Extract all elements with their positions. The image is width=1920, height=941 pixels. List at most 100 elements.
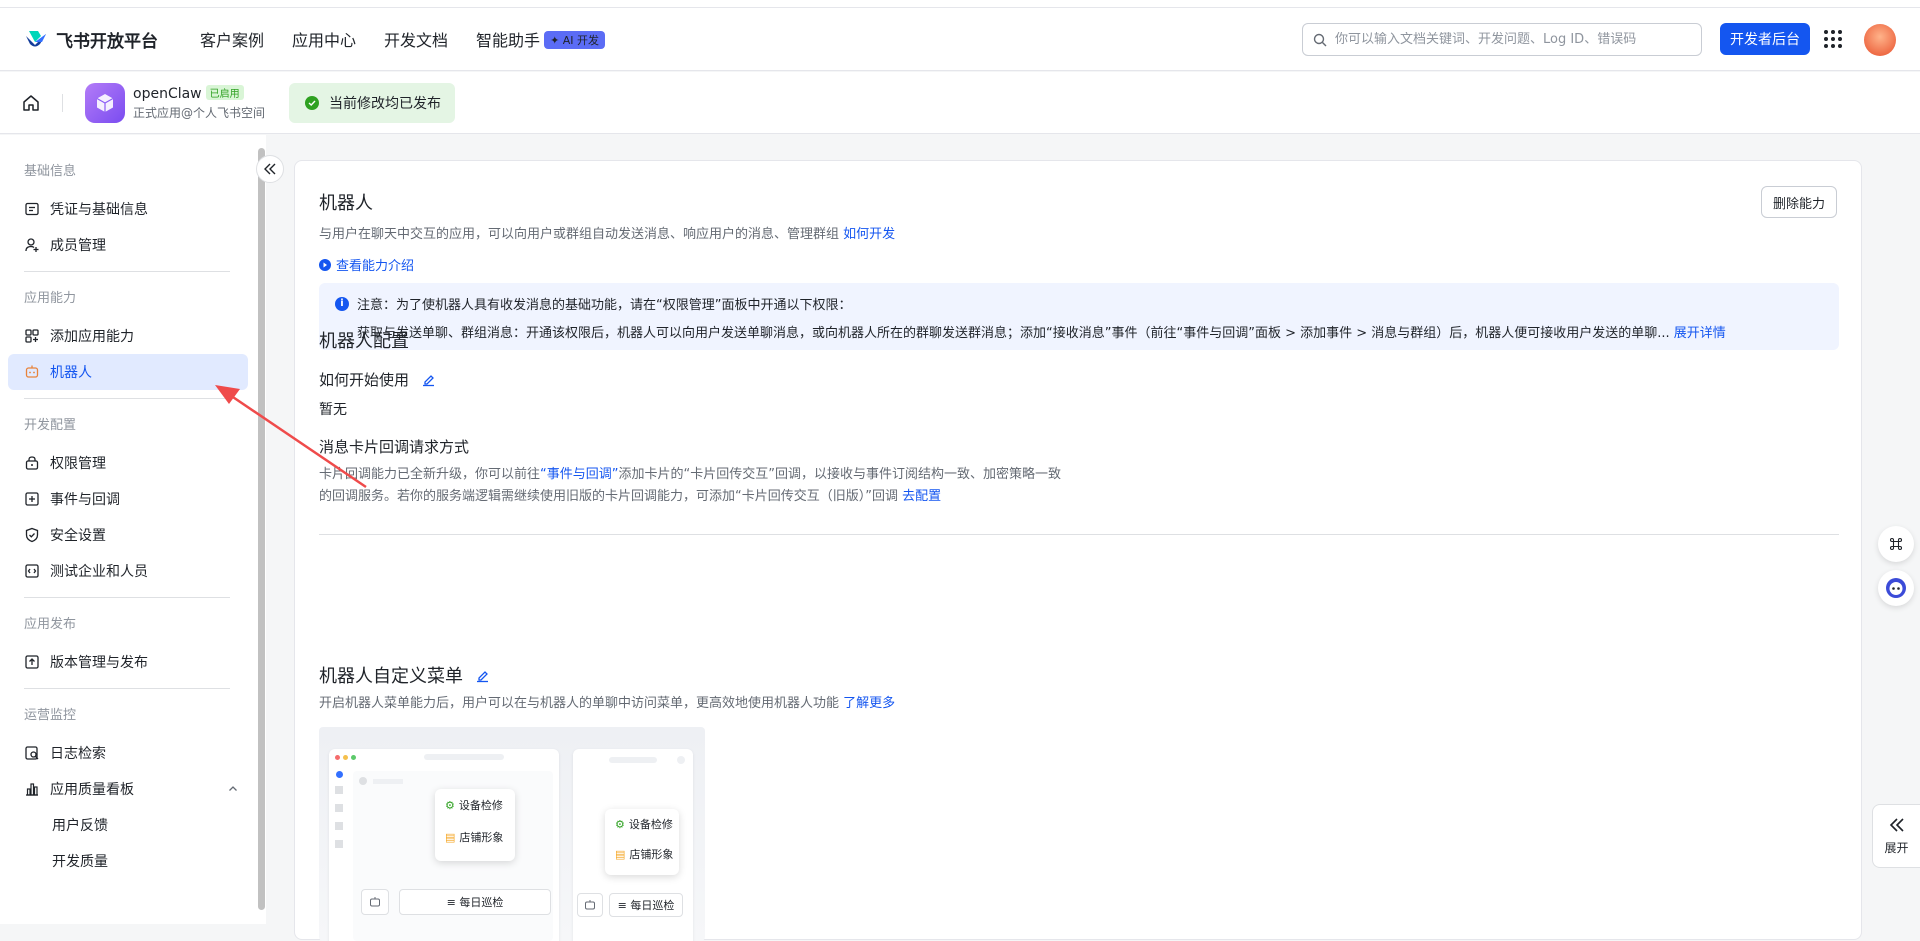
preview-menu-item-1: 店铺形象 [459, 831, 504, 844]
how-to-use-value: 暂无 [319, 402, 347, 418]
notice-body: 获取与发送单聊、群组消息：开通该权限后，机器人可以向用户发送单聊消息，或向机器人… [357, 326, 1670, 341]
assistant-bot-icon [1886, 578, 1906, 598]
sidebar: 基础信息 凭证与基础信息 成员管理 应用能力 添加应用能力 机器人 开发配置 权… [0, 135, 256, 924]
search-box[interactable] [1302, 23, 1702, 56]
event-icon [25, 492, 39, 506]
home-icon[interactable] [22, 94, 40, 112]
sidebar-scrollbar[interactable] [258, 148, 265, 910]
ai-assistant-button[interactable] [1878, 570, 1914, 606]
member-icon [25, 238, 39, 252]
shortcut-button[interactable] [1878, 526, 1914, 562]
sidebar-item-label: 添加应用能力 [50, 329, 134, 345]
preview-robot-button [361, 889, 389, 915]
sidebar-item-label: 版本管理与发布 [50, 655, 148, 671]
collapse-sidebar-button[interactable] [256, 155, 284, 183]
page-title: 机器人 [319, 193, 373, 214]
sidebar-item-quality-dashboard[interactable]: 应用质量看板 [8, 771, 248, 807]
sidebar-item-versions[interactable]: 版本管理与发布 [8, 644, 248, 680]
command-icon [1889, 537, 1903, 551]
sidebar-item-user-feedback[interactable]: 用户反馈 [8, 807, 248, 843]
how-to-use-label: 如何开始使用 [319, 371, 410, 389]
sidebar-item-label: 成员管理 [50, 238, 106, 254]
search-input[interactable] [1335, 32, 1701, 47]
sidebar-item-credentials[interactable]: 凭证与基础信息 [8, 191, 248, 227]
custom-menu-heading: 机器人自定义菜单 [319, 662, 490, 688]
permission-notice: i 注意：为了使机器人具有收发消息的基础功能，请在“权限管理”面板中开通以下权限… [319, 283, 1839, 350]
app-status-badge: 已启用 [205, 84, 244, 100]
window-controls [335, 755, 356, 760]
sidebar-item-events[interactable]: 事件与回调 [8, 481, 248, 517]
edit-icon[interactable] [475, 668, 490, 683]
custom-menu-description: 开启机器人菜单能力后，用户可以在与机器人的单聊中访问菜单，更高效地使用机器人功能… [319, 693, 895, 715]
app-header-bar: openClaw 已启用 正式应用@个人飞书空间 当前修改均已发布 [0, 72, 1920, 134]
sidebar-divider [24, 597, 230, 598]
nav-dev-docs[interactable]: 开发文档 [384, 27, 448, 51]
custom-menu-title: 机器人自定义菜单 [319, 666, 463, 687]
test-icon [25, 564, 39, 578]
sidebar-item-label: 机器人 [50, 365, 92, 381]
feishu-logo[interactable]: 飞书开放平台 [24, 27, 158, 52]
capability-intro-label: 查看能力介绍 [336, 259, 415, 274]
app-icon [85, 82, 125, 123]
shield-icon [25, 527, 39, 543]
publish-status-banner: 当前修改均已发布 [289, 82, 456, 123]
top-navigation-bar: 飞书开放平台 客户案例 应用中心 开发文档 智能助手✦ AI 开发 开发者后台 [0, 8, 1920, 71]
nav-customer-cases[interactable]: 客户案例 [200, 27, 264, 51]
custom-menu-description-text: 开启机器人菜单能力后，用户可以在与机器人的单聊中访问菜单，更高效地使用机器人功能 [319, 696, 840, 711]
sidebar-item-logs[interactable]: 日志检索 [8, 735, 248, 771]
divider [62, 93, 63, 112]
preview-menu-popup: ⚙ 设备检修 ▤ 店铺形象 [435, 789, 515, 861]
sidebar-item-permissions[interactable]: 权限管理 [8, 445, 248, 481]
robot-description-text: 与用户在聊天中交互的应用，可以向用户或群组自动发送消息、响应用户的消息、管理群组 [319, 227, 840, 242]
robot-capability-card: 机器人 删除能力 与用户在聊天中交互的应用，可以向用户或群组自动发送消息、响应用… [294, 160, 1862, 941]
card-callback-title: 消息卡片回调请求方式 [319, 438, 470, 456]
add-capability-icon [25, 329, 39, 343]
search-icon [1313, 33, 1327, 46]
sidebar-section-monitoring: 运营监控 [24, 708, 77, 723]
how-to-develop-link[interactable]: 如何开发 [843, 227, 895, 242]
sidebar-divider [24, 688, 230, 689]
how-to-use-heading: 如何开始使用 [319, 369, 436, 390]
expand-details-link[interactable]: 展开详情 [1674, 326, 1726, 341]
sidebar-item-test-users[interactable]: 测试企业和人员 [8, 553, 248, 589]
learn-more-link[interactable]: 了解更多 [843, 696, 895, 711]
sidebar-item-robot[interactable]: 机器人 [8, 354, 248, 390]
sidebar-item-label: 事件与回调 [50, 492, 120, 508]
user-avatar[interactable] [1864, 24, 1896, 56]
sidebar-item-security[interactable]: 安全设置 [8, 517, 248, 553]
section-divider [319, 534, 1839, 535]
go-configure-link[interactable]: 去配置 [902, 489, 941, 504]
notice-title: 注意：为了使机器人具有收发消息的基础功能，请在“权限管理”面板中开通以下权限： [357, 298, 852, 313]
sidebar-item-dev-quality[interactable]: 开发质量 [8, 843, 248, 879]
developer-console-button[interactable]: 开发者后台 [1720, 23, 1810, 55]
double-chevron-left-icon [1889, 817, 1904, 832]
events-callbacks-link[interactable]: “事件与回调” [540, 467, 618, 482]
robot-description: 与用户在聊天中交互的应用，可以向用户或群组自动发送消息、响应用户的消息、管理群组… [319, 223, 895, 242]
sidebar-section-release: 应用发布 [24, 617, 77, 632]
sidebar-item-members[interactable]: 成员管理 [8, 227, 248, 263]
capability-intro-link[interactable]: 查看能力介绍 [319, 255, 414, 274]
app-grid-icon[interactable] [1824, 30, 1842, 48]
app-name: openClaw [133, 85, 202, 102]
expand-label: 展开 [1884, 840, 1909, 855]
chevron-up-icon[interactable] [228, 784, 238, 794]
edit-icon[interactable] [421, 372, 436, 387]
permission-icon [25, 456, 39, 470]
sidebar-item-label: 日志检索 [50, 746, 106, 762]
robot-icon [370, 897, 380, 907]
check-circle-icon [305, 95, 320, 110]
logo-text: 飞书开放平台 [56, 31, 158, 52]
card-callback-text1a: 卡片回调能力已全新升级，你可以前往 [319, 467, 541, 482]
preview-mobile-daily-check-button: ≡ 每日巡检 [609, 893, 683, 917]
nav-app-center[interactable]: 应用中心 [292, 27, 356, 51]
sidebar-item-add-capability[interactable]: 添加应用能力 [8, 318, 248, 354]
publish-status-text: 当前修改均已发布 [329, 95, 442, 112]
sidebar-item-label: 测试企业和人员 [50, 564, 148, 580]
nav-ai-assistant[interactable]: 智能助手 ✦ AI 开发 [476, 27, 606, 51]
sidebar-item-label: 权限管理 [50, 456, 106, 472]
log-icon [25, 746, 39, 760]
delete-capability-button[interactable]: 删除能力 [1760, 186, 1837, 218]
expand-panel-button[interactable]: 展开 [1872, 804, 1920, 868]
cube-icon [96, 93, 114, 112]
preview-mobile-menu-item-0: 设备检修 [628, 818, 673, 831]
